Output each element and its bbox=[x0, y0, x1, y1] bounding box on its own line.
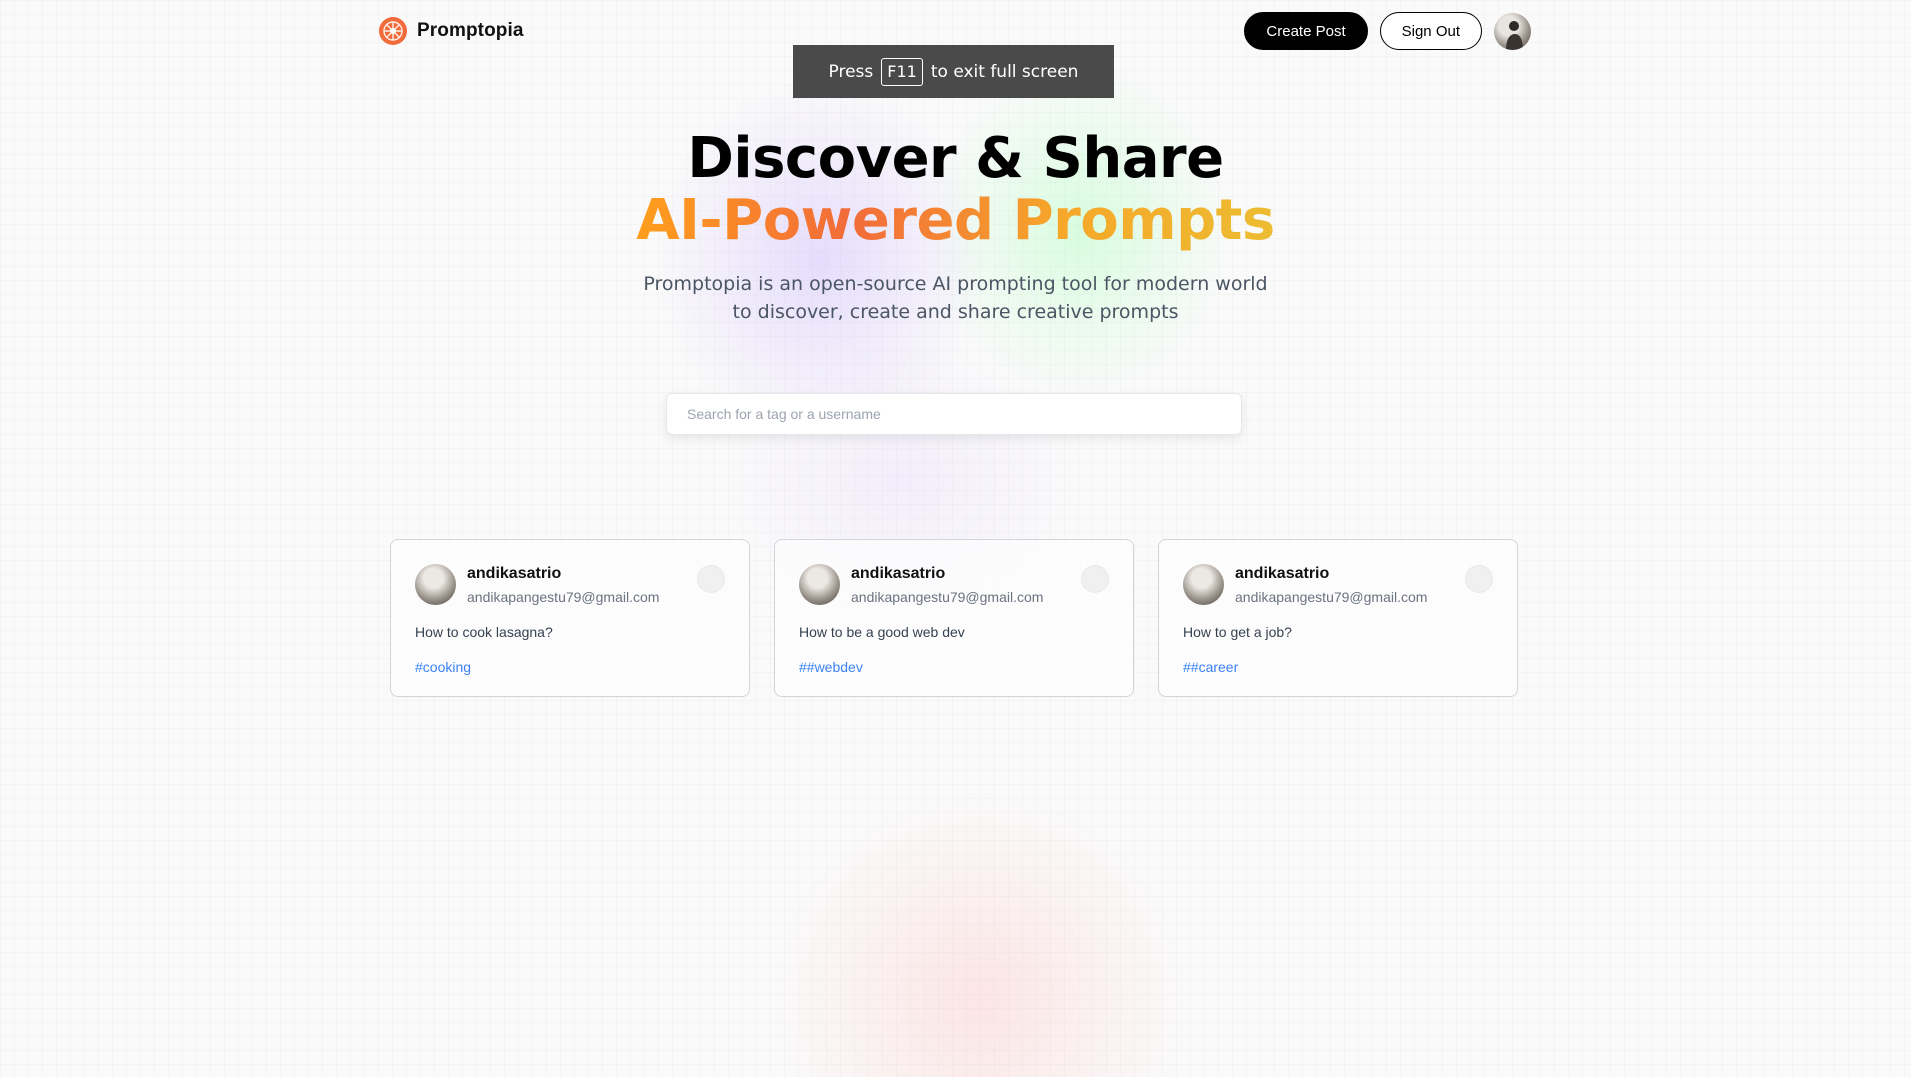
card-header[interactable]: andikasatrio andikapangestu79@gmail.com bbox=[1183, 564, 1493, 605]
card-header[interactable]: andikasatrio andikapangestu79@gmail.com bbox=[415, 564, 725, 605]
card-prompt: How to get a job? bbox=[1183, 624, 1292, 640]
card-username: andikasatrio bbox=[467, 564, 562, 582]
card-tag[interactable]: ##career bbox=[1183, 659, 1493, 675]
search-bar bbox=[666, 393, 1242, 435]
card-email: andikapangestu79@gmail.com bbox=[1235, 588, 1428, 605]
copy-icon[interactable] bbox=[697, 565, 725, 593]
person-icon bbox=[1506, 20, 1523, 50]
promptopia-logo-icon bbox=[379, 17, 407, 45]
copy-icon[interactable] bbox=[1465, 565, 1493, 593]
search-input[interactable] bbox=[667, 394, 1241, 434]
user-avatar[interactable] bbox=[415, 564, 456, 605]
card-username: andikasatrio bbox=[1235, 564, 1330, 582]
profile-avatar[interactable] bbox=[1494, 12, 1531, 50]
toast-press-text: Press bbox=[828, 61, 874, 82]
card-tag[interactable]: #cooking bbox=[415, 659, 725, 675]
card-prompt: How to cook lasagna? bbox=[415, 624, 553, 640]
nav-actions: Create Post Sign Out bbox=[1244, 12, 1531, 50]
prompt-card: andikasatrio andikapangestu79@gmail.com … bbox=[774, 539, 1134, 697]
hero-title-line2: AI-Powered Prompts bbox=[636, 188, 1275, 253]
toast-rest-text: to exit full screen bbox=[930, 61, 1079, 82]
user-avatar[interactable] bbox=[799, 564, 840, 605]
brand-name: Promptopia bbox=[417, 20, 524, 41]
prompt-card-list: andikasatrio andikapangestu79@gmail.com … bbox=[390, 539, 1518, 697]
hero-section: Discover & Share AI-Powered Prompts Prom… bbox=[0, 128, 1911, 326]
prompt-card: andikasatrio andikapangestu79@gmail.com … bbox=[390, 539, 750, 697]
prompt-card: andikasatrio andikapangestu79@gmail.com … bbox=[1158, 539, 1518, 697]
card-prompt: How to be a good web dev bbox=[799, 624, 965, 640]
card-tag[interactable]: ##webdev bbox=[799, 659, 1109, 675]
card-email: andikapangestu79@gmail.com bbox=[851, 588, 1044, 605]
card-user-info: andikasatrio andikapangestu79@gmail.com bbox=[467, 565, 659, 605]
hero-description: Promptopia is an open-source AI promptin… bbox=[643, 273, 1268, 323]
copy-icon[interactable] bbox=[1081, 565, 1109, 593]
card-username: andikasatrio bbox=[851, 564, 946, 582]
user-avatar[interactable] bbox=[1183, 564, 1224, 605]
fullscreen-exit-toast: Press F11 to exit full screen bbox=[793, 45, 1114, 98]
hero-title: Discover & Share AI-Powered Prompts bbox=[0, 128, 1911, 252]
card-header[interactable]: andikasatrio andikapangestu79@gmail.com bbox=[799, 564, 1109, 605]
card-email: andikapangestu79@gmail.com bbox=[467, 588, 660, 605]
hero-title-line1: Discover & Share bbox=[687, 126, 1224, 191]
sign-out-button[interactable]: Sign Out bbox=[1379, 12, 1482, 50]
brand-link[interactable]: Promptopia bbox=[378, 16, 524, 46]
create-post-button[interactable]: Create Post bbox=[1244, 12, 1368, 50]
card-user-info: andikasatrio andikapangestu79@gmail.com bbox=[851, 565, 1043, 605]
card-user-info: andikasatrio andikapangestu79@gmail.com bbox=[1235, 565, 1427, 605]
toast-key: F11 bbox=[881, 57, 923, 86]
